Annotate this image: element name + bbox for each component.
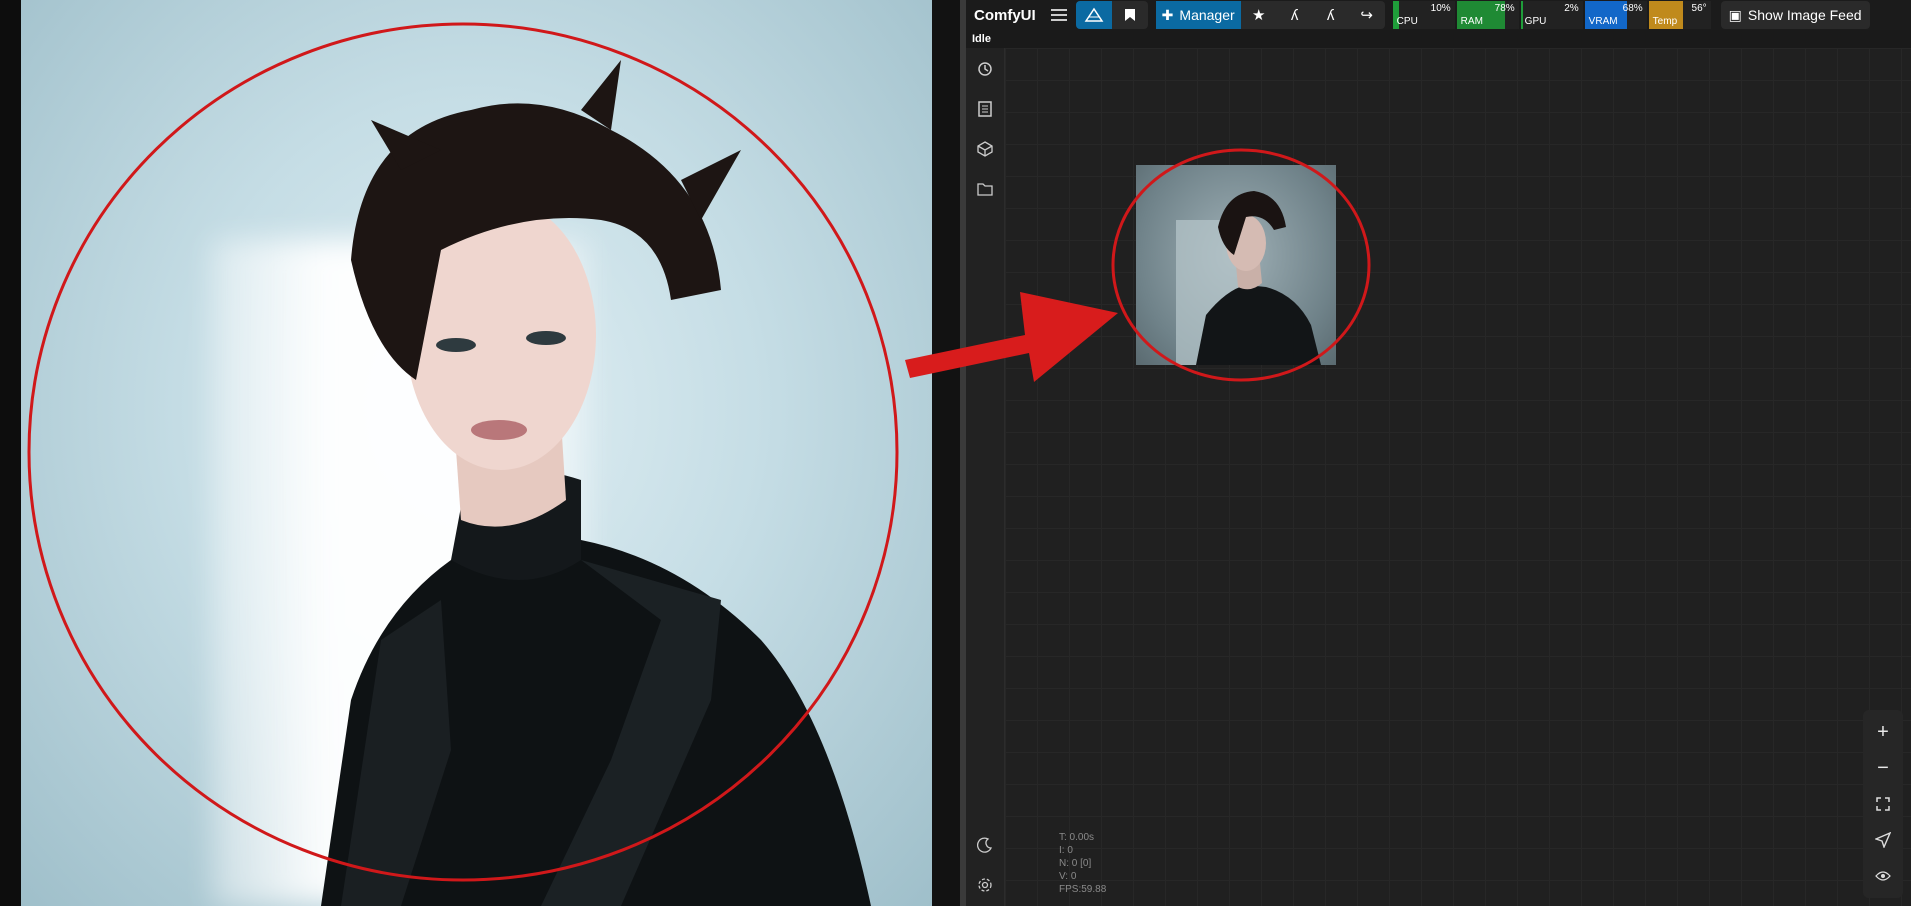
show-image-feed-label: Show Image Feed xyxy=(1747,7,1862,23)
theme-toggle-icon[interactable] xyxy=(974,834,996,856)
status-bar: Idle xyxy=(966,30,1911,49)
portrait-figure xyxy=(321,60,871,906)
graph-canvas[interactable]: T: 0.00s I: 0 N: 0 [0] V: 0 FPS:59.88 + … xyxy=(1005,48,1911,906)
model-icon[interactable]: ʎ xyxy=(1277,1,1313,29)
zoom-out-icon[interactable]: − xyxy=(1865,750,1901,786)
settings-icon[interactable] xyxy=(974,874,996,896)
comfyui-window: ComfyUI ✚ Manager ★ ʎ ʎ ↪ CPU 10% RAM 78… xyxy=(960,0,1911,906)
meter-label: Temp xyxy=(1652,16,1678,27)
meter-ram: RAM 78% xyxy=(1456,1,1519,29)
meter-cpu: CPU 10% xyxy=(1392,1,1455,29)
puzzle-icon: ✚ xyxy=(1161,6,1174,23)
top-menu-bar: ComfyUI ✚ Manager ★ ʎ ʎ ↪ CPU 10% RAM 78… xyxy=(966,0,1911,30)
stat-time: T: 0.00s xyxy=(1059,832,1095,843)
canvas-stats: T: 0.00s I: 0 N: 0 [0] V: 0 FPS:59.88 xyxy=(1059,831,1106,896)
meter-value: 56° xyxy=(1691,3,1707,14)
meter-vram: VRAM 68% xyxy=(1584,1,1647,29)
meter-value: 2% xyxy=(1564,3,1579,14)
select-mode-icon[interactable] xyxy=(1865,822,1901,858)
meter-label: GPU xyxy=(1524,16,1547,27)
meter-value: 68% xyxy=(1622,3,1643,14)
canvas-image-thumbnail[interactable] xyxy=(1136,165,1336,365)
share-icon[interactable]: ↪ xyxy=(1349,1,1385,29)
stat-i: I: 0 xyxy=(1059,845,1073,856)
queue-icon[interactable] xyxy=(974,98,996,120)
fit-view-icon[interactable] xyxy=(1865,786,1901,822)
manager-group: ✚ Manager ★ ʎ ʎ ↪ xyxy=(1155,1,1385,29)
workflow-actions xyxy=(1075,1,1148,29)
zoom-controls: + − xyxy=(1863,710,1903,898)
manager-label: Manager xyxy=(1179,7,1235,23)
left-sidebar xyxy=(966,48,1005,906)
show-image-feed-button[interactable]: ▣ Show Image Feed xyxy=(1720,1,1870,29)
manager-button[interactable]: ✚ Manager xyxy=(1155,1,1241,29)
star-icon[interactable]: ★ xyxy=(1241,1,1277,29)
app-brand: ComfyUI xyxy=(974,6,1036,24)
model-library-icon[interactable] xyxy=(974,138,996,160)
meter-value: 10% xyxy=(1430,3,1451,14)
toggle-visibility-icon[interactable] xyxy=(1865,858,1901,894)
hamburger-menu-icon[interactable] xyxy=(1046,2,1072,28)
stat-nodes: N: 0 [0] xyxy=(1059,858,1092,869)
meter-fill xyxy=(1520,1,1523,29)
meter-gpu: GPU 2% xyxy=(1520,1,1583,29)
workflows-icon[interactable] xyxy=(974,178,996,200)
bookmark-icon[interactable] xyxy=(1112,1,1148,29)
meter-temp: Temp 56° xyxy=(1648,1,1711,29)
stat-v: V: 0 xyxy=(1059,871,1077,882)
model-alt-icon[interactable]: ʎ xyxy=(1313,1,1349,29)
logo-button[interactable] xyxy=(1075,1,1112,29)
portrait-photo-panel xyxy=(0,0,932,906)
meter-label: CPU xyxy=(1396,16,1418,27)
meter-value: 78% xyxy=(1494,3,1515,14)
meter-label: VRAM xyxy=(1588,16,1618,27)
history-icon[interactable] xyxy=(974,58,996,80)
portrait-photo xyxy=(21,0,932,906)
thumbnail-figure xyxy=(1176,191,1321,365)
image-feed-icon: ▣ xyxy=(1728,6,1742,23)
resource-monitor: CPU 10% RAM 78% GPU 2% VRAM 68% Temp 56° xyxy=(1392,1,1713,29)
meter-label: RAM xyxy=(1460,16,1483,27)
stat-fps: FPS:59.88 xyxy=(1059,884,1107,895)
zoom-in-icon[interactable]: + xyxy=(1865,714,1901,750)
